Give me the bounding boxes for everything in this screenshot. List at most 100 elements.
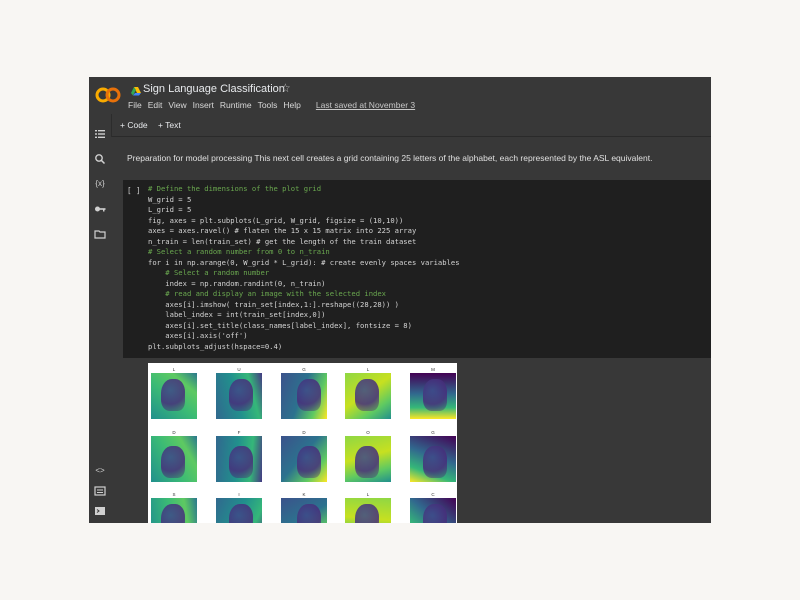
run-cell-button[interactable]: [ ] <box>127 186 141 195</box>
command-palette-icon[interactable] <box>94 485 106 497</box>
grid-cell-title: G <box>431 430 435 435</box>
hand-shape <box>229 504 253 523</box>
folder-icon[interactable] <box>94 228 106 240</box>
menu-bar: File Edit View Insert Runtime Tools Help… <box>128 100 415 110</box>
grid-cell-title: C <box>431 492 435 497</box>
code-line: axes = axes.ravel() # flaten the 15 x 15… <box>148 226 417 235</box>
grid-cell-title: F <box>237 430 241 435</box>
cell-output-image-grid: L U G L M D F D O G S I K L C <box>148 363 457 523</box>
grid-cell: L <box>345 491 391 523</box>
code-line: axes[i].axis('off') <box>148 331 248 340</box>
hand-shape <box>423 446 447 478</box>
add-code-button[interactable]: + Code <box>120 120 148 130</box>
grid-cell-title: L <box>366 492 370 497</box>
menu-edit[interactable]: Edit <box>148 100 163 110</box>
grid-cell: D <box>281 429 327 482</box>
asl-hand-image <box>410 498 456 523</box>
last-saved-link[interactable]: Last saved at November 3 <box>316 100 415 110</box>
code-line: # read and display an image with the sel… <box>148 289 386 298</box>
code-line: for i in np.arange(0, W_grid * L_grid): … <box>148 257 460 267</box>
asl-hand-image <box>216 373 262 419</box>
sidebar: {x} <> <box>89 114 112 523</box>
grid-cell: S <box>151 491 197 523</box>
code-line: label_index = int(train_set[index,0]) <box>148 310 326 319</box>
hand-shape <box>355 446 379 478</box>
asl-hand-image <box>410 373 456 419</box>
asl-hand-image <box>281 498 327 523</box>
hand-shape <box>229 446 253 478</box>
hand-shape <box>355 504 379 523</box>
asl-hand-image <box>151 373 197 419</box>
hand-shape <box>297 379 321 411</box>
code-line: # Define the dimensions of the plot grid <box>148 184 322 193</box>
asl-hand-image <box>281 373 327 419</box>
asl-hand-image <box>410 436 456 482</box>
toolbar: + Code + Text <box>89 114 711 137</box>
code-cell[interactable]: [ ] # Define the dimensions of the plot … <box>123 180 711 358</box>
menu-tools[interactable]: Tools <box>258 100 278 110</box>
menu-insert[interactable]: Insert <box>193 100 214 110</box>
grid-cell-title: O <box>366 430 370 435</box>
code-line: # Select a random number <box>148 268 270 277</box>
code-line: axes[i].set_title(class_names[label_inde… <box>148 320 412 330</box>
code-line: L_grid = 5 <box>148 205 192 214</box>
hand-shape <box>297 446 321 478</box>
variables-icon[interactable]: {x} <box>94 178 106 190</box>
grid-cell: I <box>216 491 262 523</box>
markdown-cell[interactable]: Preparation for model processing This ne… <box>127 153 652 163</box>
grid-cell-title: L <box>172 367 176 372</box>
asl-hand-image <box>216 436 262 482</box>
hand-shape <box>423 379 447 411</box>
grid-cell-title: K <box>302 492 306 497</box>
asl-hand-image <box>151 498 197 523</box>
hand-shape <box>161 379 185 411</box>
asl-hand-image <box>281 436 327 482</box>
code-line: axes[i].imshow( train_set[index,1:].resh… <box>148 299 399 309</box>
code-line: plt.subplots_adjust(hspace=0.4) <box>148 341 283 351</box>
notebook-title[interactable]: Sign Language Classification <box>143 83 285 95</box>
code-editor[interactable]: # Define the dimensions of the plot grid… <box>148 184 460 352</box>
grid-cell: L <box>151 366 197 419</box>
grid-cell-title: D <box>172 430 176 435</box>
add-text-button[interactable]: + Text <box>158 120 181 130</box>
asl-hand-image <box>151 436 197 482</box>
colab-logo[interactable] <box>95 85 121 105</box>
star-icon[interactable]: ☆ <box>280 81 291 95</box>
grid-cell: D <box>151 429 197 482</box>
header: Sign Language Classification ☆ File Edit… <box>89 77 711 113</box>
menu-runtime[interactable]: Runtime <box>220 100 252 110</box>
menu-help[interactable]: Help <box>283 100 300 110</box>
asl-hand-image <box>345 436 391 482</box>
colab-window: Sign Language Classification ☆ File Edit… <box>89 77 711 523</box>
asl-hand-image <box>216 498 262 523</box>
grid-cell: F <box>216 429 262 482</box>
grid-cell: C <box>410 491 456 523</box>
grid-cell: U <box>216 366 262 419</box>
search-icon[interactable] <box>94 153 106 165</box>
key-icon[interactable] <box>94 203 106 215</box>
code-line: n_train = len(train_set) # get the lengt… <box>148 236 417 246</box>
terminal-icon[interactable] <box>94 505 106 517</box>
grid-cell: G <box>281 366 327 419</box>
grid-cell-title: S <box>172 492 176 497</box>
hand-shape <box>297 504 321 523</box>
grid-cell-title: M <box>431 367 435 372</box>
grid-cell-title: D <box>302 430 306 435</box>
grid-cell-title: U <box>237 367 241 372</box>
hand-shape <box>229 379 253 411</box>
hand-shape <box>161 446 185 478</box>
toc-icon[interactable] <box>94 128 106 140</box>
asl-hand-image <box>345 498 391 523</box>
menu-view[interactable]: View <box>168 100 186 110</box>
grid-cell: M <box>410 366 456 419</box>
code-snippets-icon[interactable]: <> <box>94 465 106 477</box>
code-line: fig, axes = plt.subplots(L_grid, W_grid,… <box>148 215 404 225</box>
grid-cell-title: G <box>302 367 306 372</box>
grid-cell: O <box>345 429 391 482</box>
drive-icon <box>131 87 141 96</box>
hand-shape <box>355 379 379 411</box>
grid-cell: K <box>281 491 327 523</box>
asl-hand-image <box>345 373 391 419</box>
menu-file[interactable]: File <box>128 100 142 110</box>
code-line: index = np.random.randint(0, n_train) <box>148 278 326 288</box>
